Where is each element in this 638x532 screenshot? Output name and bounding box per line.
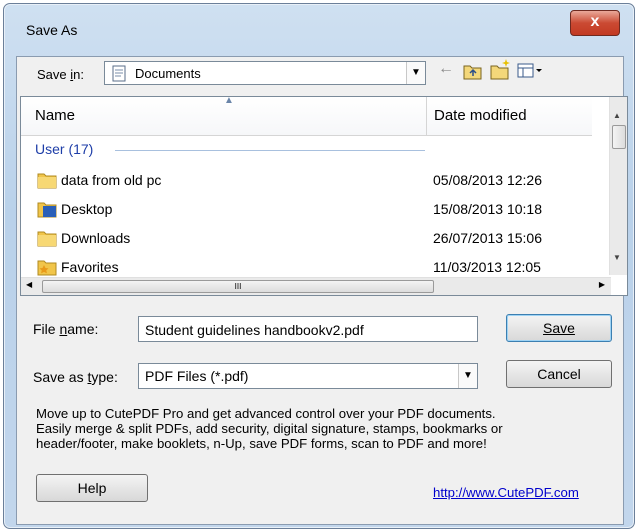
file-date: 26/07/2013 15:06 [433,230,542,246]
up-folder-icon[interactable] [463,62,483,80]
close-icon: x [590,13,600,30]
scroll-grip: III [234,282,242,291]
cancel-button[interactable]: Cancel [506,360,612,388]
documents-icon [112,65,126,82]
list-item[interactable]: data from old pc 05/08/2013 12:26 [21,167,592,195]
list-item[interactable]: Downloads 26/07/2013 15:06 [21,225,592,253]
vertical-scroll-thumb[interactable] [612,125,626,149]
promo-line: header/footer, make booklets, n-Up, save… [36,436,487,451]
promo-line: Easily merge & split PDFs, add security,… [36,421,503,436]
horizontal-scroll-thumb[interactable]: III [42,280,434,293]
folder-icon [37,231,57,247]
save-as-type-dropdown[interactable]: PDF Files (*.pdf) ▼ [138,363,478,389]
scroll-up-icon[interactable]: ▲ [613,111,621,120]
scroll-right-icon[interactable]: ▶ [599,280,605,289]
promo-line: Move up to CutePDF Pro and get advanced … [36,406,496,421]
save-as-type-label: Save as type: [33,369,118,385]
file-name-label: File name: [33,321,99,337]
column-header-name[interactable]: Name [35,107,75,124]
new-folder-icon[interactable] [490,58,512,80]
chevron-down-icon[interactable]: ▼ [406,62,425,84]
save-as-type-value: PDF Files (*.pdf) [145,368,249,384]
sort-ascending-icon: ▲ [224,96,234,106]
file-name: Downloads [61,230,131,246]
promo-text: Move up to CutePDF Pro and get advanced … [36,406,616,451]
file-list-header: ▲ Name Date modified [21,97,592,136]
scroll-down-icon[interactable]: ▼ [613,253,621,262]
favorites-folder-icon [37,260,57,276]
desktop-folder-icon [37,202,57,218]
horizontal-scrollbar[interactable]: ◀ III ▶ [21,277,611,295]
file-name-input[interactable]: Student guidelines handbookv2.pdf [138,316,478,342]
save-in-dropdown[interactable]: Documents ▼ [104,61,426,85]
file-date: 11/03/2013 12:05 [433,259,541,275]
cutepdf-link[interactable]: http://www.CutePDF.com [433,485,579,500]
column-separator[interactable] [426,97,427,135]
column-header-date-modified[interactable]: Date modified [434,107,527,124]
chevron-down-icon[interactable]: ▼ [458,364,477,388]
dialog-title: Save As [26,22,78,38]
folder-icon [37,173,57,189]
help-button[interactable]: Help [36,474,148,502]
scroll-left-icon[interactable]: ◀ [26,280,32,289]
file-date: 15/08/2013 10:18 [433,201,542,217]
file-name: Favorites [61,259,119,275]
views-menu-icon[interactable] [517,62,543,80]
file-date: 05/08/2013 12:26 [433,172,542,188]
group-header-user[interactable]: User (17) [35,141,93,157]
file-name: Desktop [61,201,113,217]
list-item[interactable]: Desktop 15/08/2013 10:18 [21,196,592,224]
file-name-value: Student guidelines handbookv2.pdf [145,322,364,338]
vertical-scrollbar[interactable]: ▲ ▼ [609,97,627,275]
close-button[interactable]: x [570,10,620,36]
file-list[interactable]: ▲ Name Date modified User (17) data from… [20,96,628,296]
save-in-value: Documents [135,66,201,81]
save-button[interactable]: Save [506,314,612,342]
group-divider [115,150,425,151]
file-name: data from old pc [61,172,162,188]
back-arrow-icon[interactable]: ← [438,60,454,78]
save-in-label: Save in: [37,67,84,82]
